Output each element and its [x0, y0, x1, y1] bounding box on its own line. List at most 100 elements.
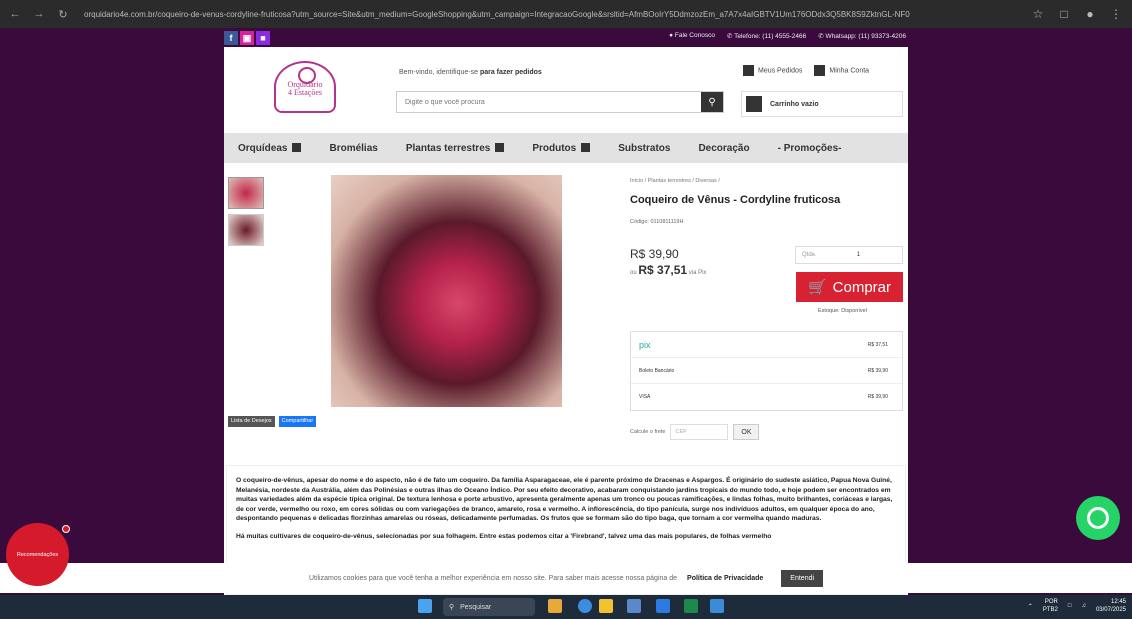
- product-image[interactable]: [331, 175, 562, 407]
- menu-item-decoracao[interactable]: Decoração: [698, 143, 749, 154]
- back-icon[interactable]: ←: [8, 8, 22, 20]
- my-orders-link[interactable]: Meus Pedidos: [743, 65, 802, 76]
- boleto-icon: Boleto Bancário: [639, 367, 675, 374]
- shipping-calculator: Calcule o frete CEP OK: [630, 424, 760, 440]
- dropdown-icon: [581, 143, 591, 153]
- payment-row: Boleto Bancário R$ 39,90: [631, 358, 902, 384]
- product-thumbnail[interactable]: [228, 214, 264, 246]
- cart-icon: [746, 96, 762, 112]
- buy-button[interactable]: 🛒 Comprar: [796, 272, 903, 302]
- phone-link[interactable]: ✆ Telefone: (11) 4555-2466: [727, 32, 806, 40]
- recommendations-button[interactable]: Recomendações: [6, 523, 69, 586]
- cookie-banner: Utilizamos cookies para que você tenha a…: [0, 563, 1132, 593]
- taskbar-search[interactable]: ⚲ Pesquisar: [443, 598, 535, 616]
- contact-label: Fale Conosco: [674, 32, 715, 39]
- wishlist-button[interactable]: Lista de Desejos: [228, 416, 275, 427]
- shipping-ok-button[interactable]: OK: [733, 424, 760, 440]
- notification-dot: [62, 525, 70, 533]
- social-links: f ▣ ■: [224, 31, 270, 45]
- main-menu: Orquídeas Bromélias Plantas terrestres P…: [224, 133, 908, 163]
- menu-item-bromelias[interactable]: Bromélias: [329, 143, 377, 154]
- cookie-accept-button[interactable]: Entendi: [781, 569, 824, 587]
- menu-label: Produtos: [532, 142, 577, 154]
- instagram-icon[interactable]: ▣: [240, 31, 254, 45]
- pix-icon: pix: [639, 339, 651, 350]
- profile-icon[interactable]: ●: [1082, 7, 1098, 21]
- app-icon[interactable]: [710, 599, 724, 613]
- site-topbar: [0, 28, 1132, 47]
- menu-item-substratos[interactable]: Substratos: [618, 143, 670, 154]
- file-explorer-icon[interactable]: [599, 599, 613, 613]
- menu-item-promocoes[interactable]: - Promoções-: [778, 143, 842, 154]
- share-button[interactable]: Compartilhar: [278, 416, 317, 427]
- menu-icon[interactable]: ⋮: [1108, 7, 1124, 21]
- product-price: R$ 39,90: [630, 247, 679, 261]
- taskbar-search-label: Pesquisar: [460, 603, 492, 611]
- cep-input[interactable]: CEP: [670, 424, 729, 440]
- menu-item-produtos[interactable]: Produtos: [532, 142, 591, 154]
- login-link[interactable]: para fazer pedidos: [480, 69, 542, 76]
- excel-icon[interactable]: [684, 599, 698, 613]
- product-title: Coqueiro de Vênus - Cordyline fruticosa: [630, 194, 841, 206]
- social-icon[interactable]: ■: [256, 31, 270, 45]
- contact-link[interactable]: ● Fale Conosco: [669, 32, 715, 40]
- pix-price-value: R$ 37,51: [638, 263, 688, 277]
- whatsapp-button[interactable]: [1076, 496, 1120, 540]
- widget-icon[interactable]: [548, 599, 562, 613]
- cart-label: Carrinho vazio: [770, 100, 819, 108]
- search-icon[interactable]: ⚲: [701, 92, 723, 112]
- app-icon[interactable]: [627, 599, 641, 613]
- page-container: Orquidário 4 Estações Bem-vindo, identifi…: [224, 47, 908, 595]
- menu-item-plantas-terrestres[interactable]: Plantas terrestres: [406, 143, 505, 154]
- whatsapp-icon: [1087, 507, 1109, 529]
- contact-info: ● Fale Conosco ✆ Telefone: (11) 4555-246…: [669, 32, 906, 40]
- product-thumbnail[interactable]: [228, 177, 264, 209]
- menu-item-orquideas[interactable]: Orquídeas: [238, 143, 302, 154]
- my-account-label: Minha Conta: [829, 67, 870, 75]
- extensions-icon[interactable]: □: [1056, 7, 1072, 21]
- lang-layout: PTB2: [1042, 607, 1058, 613]
- star-icon[interactable]: ☆: [1030, 7, 1046, 21]
- cart-icon: 🛒: [807, 279, 827, 296]
- address-bar[interactable]: orquidario4e.com.br/coqueiro-de-venus-co…: [84, 10, 1020, 19]
- search-input[interactable]: [397, 92, 701, 112]
- payment-value: R$ 37,51: [867, 341, 888, 348]
- welcome-text: Bem-vindo, identifique-se para fazer ped…: [399, 69, 542, 76]
- time: 12:45: [1110, 599, 1126, 605]
- lang-code: POR: [1044, 599, 1058, 605]
- payment-value: R$ 39,90: [867, 367, 888, 374]
- shipping-label: Calcule o frete: [630, 429, 666, 435]
- whatsapp-link[interactable]: ✆ Whatsapp: (11) 93373-4206: [818, 32, 906, 40]
- my-account-link[interactable]: Minha Conta: [814, 65, 869, 76]
- cart-button[interactable]: Carrinho vazio: [741, 91, 903, 117]
- windows-start-icon[interactable]: [418, 599, 432, 613]
- chrome-icon[interactable]: [578, 599, 592, 613]
- privacy-link[interactable]: Política de Privacidade: [687, 575, 763, 582]
- phone-label: Telefone: (11) 4555-2466: [734, 33, 807, 40]
- thumbnail-image: [229, 178, 263, 208]
- quantity-field[interactable]: Qtde. 1: [795, 246, 903, 264]
- app-icon[interactable]: [656, 599, 670, 613]
- buy-label: Comprar: [832, 278, 892, 296]
- dropdown-icon: [495, 143, 505, 153]
- language-indicator[interactable]: POR PTB2: [1043, 598, 1058, 614]
- browser-toolbar: ← → ↻ orquidario4e.com.br/coqueiro-de-ve…: [0, 0, 1132, 28]
- breadcrumb[interactable]: Início / Plantas terrestres / Diversas /: [630, 178, 720, 184]
- pix-price: ou R$ 37,51 via Pix: [630, 263, 706, 277]
- facebook-icon[interactable]: f: [224, 31, 238, 45]
- site-logo[interactable]: Orquidário 4 Estações: [274, 61, 336, 113]
- clock[interactable]: 12:45 03/07/2025: [1096, 598, 1126, 614]
- search-bar: ⚲: [396, 91, 724, 113]
- network-icon[interactable]: □: [1068, 603, 1072, 609]
- description-paragraph: Há muitas cultivares de coqueiro-de-vênu…: [236, 532, 772, 540]
- system-tray: ⌃ POR PTB2 □ ♫ 12:45 03/07/2025: [1028, 598, 1126, 614]
- qty-label: Qtde.: [802, 252, 817, 258]
- volume-icon[interactable]: ♫: [1081, 603, 1086, 609]
- reload-icon[interactable]: ↻: [56, 8, 70, 21]
- orders-icon: [743, 65, 754, 76]
- forward-icon[interactable]: →: [32, 8, 46, 20]
- qty-value: 1: [856, 252, 861, 258]
- whatsapp-label: Whatsapp: (11) 93373-4206: [825, 33, 906, 40]
- chevron-up-icon[interactable]: ⌃: [1028, 603, 1033, 610]
- my-orders-label: Meus Pedidos: [758, 67, 803, 75]
